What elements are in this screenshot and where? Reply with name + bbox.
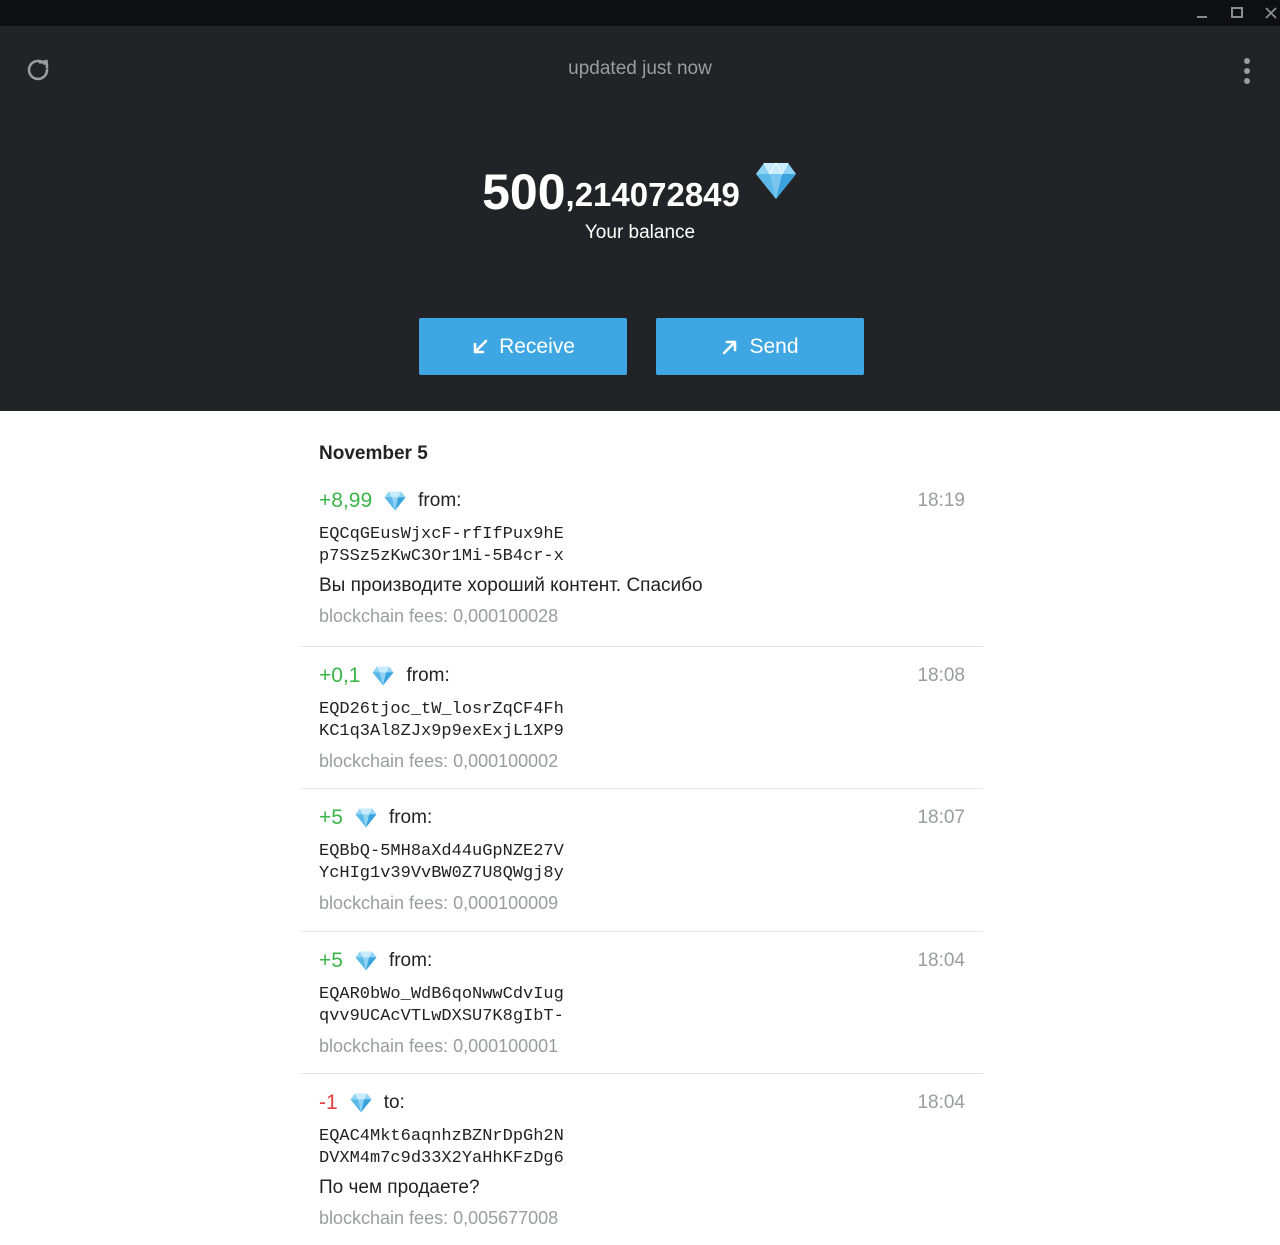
transaction-item[interactable]: +5 from: 18:04 EQAR0bWo_WdB6qoNwwCdvIug … [301, 932, 983, 1074]
transaction-comment: По чем продаете? [319, 1177, 480, 1198]
diamond-icon [372, 666, 394, 686]
transaction-address: EQCqGEusWjxcF-rfIfPux9hE p7SSz5zKwC3Or1M… [319, 524, 965, 568]
transaction-time: 18:07 [917, 807, 965, 828]
transaction-time: 18:04 [917, 950, 965, 971]
address-line-2: p7SSz5zKwC3Or1Mi-5B4cr-x [319, 547, 564, 566]
date-header: November 5 [319, 443, 428, 464]
address-line-2: YcHIg1v39VvBW0Z7U8QWgj8y [319, 864, 564, 883]
address-line-1: EQAC4Mkt6aqnhzBZNrDpGh2N [319, 1127, 564, 1146]
arrow-down-left-icon [473, 339, 488, 353]
address-line-1: EQAR0bWo_WdB6qoNwwCdvIug [319, 985, 564, 1004]
maximize-icon[interactable] [1219, 0, 1255, 26]
transaction-comment: Вы производите хороший контент. Спасибо [319, 575, 703, 596]
transaction-direction: from: [418, 490, 462, 511]
transaction-amount: +5 [319, 949, 343, 972]
transaction-time: 18:19 [917, 490, 965, 511]
transaction-direction: from: [388, 950, 433, 971]
arrow-up-right-icon [723, 340, 737, 354]
diamond-icon [755, 161, 796, 199]
send-label: Send [749, 334, 799, 358]
transaction-direction: from: [388, 807, 433, 828]
send-button[interactable]: Send [656, 318, 864, 375]
address-line-2: KC1q3Al8ZJx9p9exExjL1XP9 [319, 722, 564, 741]
transaction-fee: blockchain fees: 0,000100002 [319, 751, 559, 771]
diamond-icon [355, 808, 377, 828]
diamond-icon [350, 1093, 372, 1113]
transaction-list: November 5 +8,99 from: 18:19 EQCqGEusWjx… [301, 411, 983, 1244]
transaction-address: EQAR0bWo_WdB6qoNwwCdvIug qvv9UCAcVTLwDXS… [319, 984, 965, 1028]
transaction-item[interactable]: +0,1 from: 18:08 EQD26tjoc_tW_losrZqCF4F… [301, 647, 983, 789]
transaction-fee: blockchain fees: 0,000100009 [319, 893, 559, 913]
transaction-time: 18:04 [917, 1092, 965, 1113]
more-menu-icon[interactable] [1232, 54, 1262, 88]
transaction-item[interactable]: +5 from: 18:07 EQBbQ-5MH8aXd44uGpNZE27V … [301, 789, 983, 932]
transaction-address: EQD26tjoc_tW_losrZqCF4Fh KC1q3Al8ZJx9p9e… [319, 699, 965, 743]
balance-label: Your balance [584, 222, 696, 243]
close-icon[interactable] [1253, 0, 1280, 26]
transaction-amount: +0,1 [319, 664, 361, 687]
transaction-amount: -1 [319, 1091, 338, 1114]
transaction-address: EQBbQ-5MH8aXd44uGpNZE27V YcHIg1v39VvBW0Z… [319, 841, 965, 885]
transaction-direction: from: [406, 665, 450, 686]
update-status: updated just now [568, 58, 712, 79]
address-line-1: EQBbQ-5MH8aXd44uGpNZE27V [319, 842, 564, 861]
balance-integer: 500 [482, 164, 566, 220]
diamond-icon [355, 951, 377, 971]
receive-label: Receive [499, 334, 575, 358]
transaction-direction: to: [383, 1092, 405, 1113]
transaction-time: 18:08 [917, 665, 965, 686]
minimize-icon[interactable] [1184, 0, 1220, 26]
address-line-2: qvv9UCAcVTLwDXSU7K8gIbT- [319, 1007, 564, 1026]
address-line-1: EQCqGEusWjxcF-rfIfPux9hE [319, 525, 564, 544]
window-titlebar [0, 0, 1280, 26]
balance-amount: 500 ,214072849 [0, 152, 1280, 222]
transaction-fee: blockchain fees: 0,005677008 [319, 1208, 559, 1228]
transaction-amount: +8,99 [319, 489, 373, 512]
address-line-1: EQD26tjoc_tW_losrZqCF4Fh [319, 700, 564, 719]
receive-button[interactable]: Receive [419, 318, 627, 375]
transaction-item[interactable]: +8,99 from: 18:19 EQCqGEusWjxcF-rfIfPux9… [301, 482, 983, 647]
transaction-amount: +5 [319, 806, 343, 829]
balance-fraction: ,214072849 [565, 176, 740, 213]
transaction-fee: blockchain fees: 0,000100028 [319, 606, 559, 626]
transaction-item[interactable]: -1 to: 18:04 EQAC4Mkt6aqnhzBZNrDpGh2N DV… [301, 1074, 983, 1244]
transaction-address: EQAC4Mkt6aqnhzBZNrDpGh2N DVXM4m7c9d33X2Y… [319, 1126, 965, 1170]
transaction-fee: blockchain fees: 0,000100001 [319, 1036, 559, 1056]
diamond-icon [384, 491, 406, 511]
address-line-2: DVXM4m7c9d33X2YaHhKFzDg6 [319, 1149, 564, 1168]
